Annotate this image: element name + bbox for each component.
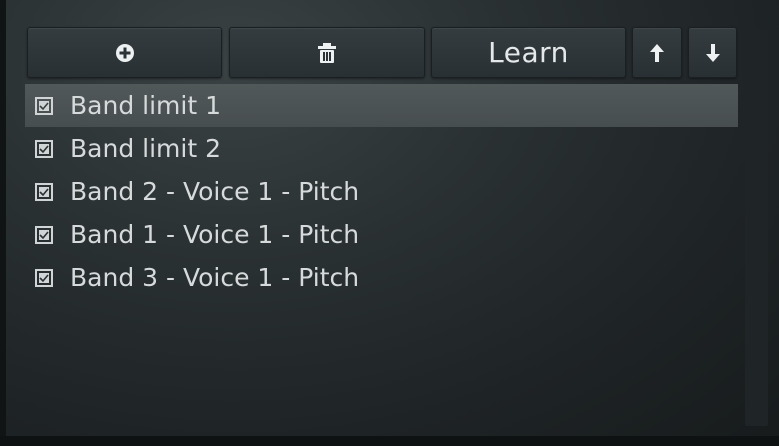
list-item[interactable]: Band 1 - Voice 1 - Pitch [25, 213, 738, 256]
move-up-button[interactable] [632, 27, 682, 78]
learn-button-label: Learn [488, 36, 569, 69]
list-item[interactable]: Band 2 - Voice 1 - Pitch [25, 170, 738, 213]
trash-icon [318, 42, 336, 63]
checkbox-checked-icon[interactable] [35, 182, 53, 201]
list-scrollbar[interactable] [745, 30, 768, 426]
list-item[interactable]: Band limit 1 [25, 84, 738, 127]
checkbox-checked-icon[interactable] [35, 96, 53, 115]
list-item-label: Band 1 - Voice 1 - Pitch [70, 220, 360, 249]
checkbox-checked-icon[interactable] [35, 139, 53, 158]
delete-button[interactable] [229, 27, 425, 78]
add-button[interactable] [27, 27, 222, 78]
list-item-label: Band limit 2 [70, 134, 221, 163]
arrow-down-icon [705, 43, 720, 62]
checkbox-checked-icon[interactable] [35, 225, 53, 244]
modulation-panel: Learn Band limit 1 Band limit 2 Band 2 -… [0, 0, 779, 446]
list-item-label: Band 2 - Voice 1 - Pitch [70, 177, 360, 206]
plus-circle-icon [115, 43, 134, 62]
move-down-button[interactable] [688, 27, 737, 78]
modulation-list: Band limit 1 Band limit 2 Band 2 - Voice… [25, 84, 738, 299]
arrow-up-icon [650, 43, 664, 62]
checkbox-checked-icon[interactable] [35, 268, 53, 287]
learn-button[interactable]: Learn [431, 27, 626, 78]
list-item[interactable]: Band 3 - Voice 1 - Pitch [25, 256, 738, 299]
list-item-label: Band 3 - Voice 1 - Pitch [70, 263, 360, 292]
list-item[interactable]: Band limit 2 [25, 127, 738, 170]
list-item-label: Band limit 1 [70, 91, 221, 120]
